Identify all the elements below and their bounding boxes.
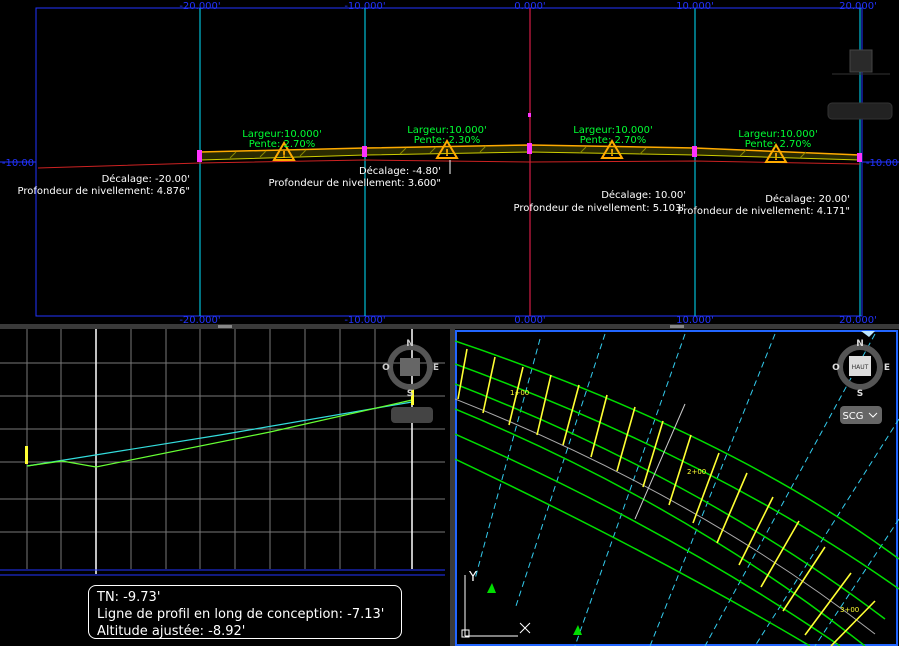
tooltip-line-adjusted: Altitude ajustée: -8.92'	[97, 624, 246, 639]
elev-label-right: -10.00	[866, 158, 898, 169]
ucs-y-label: Y	[468, 570, 477, 585]
axis-label-top: 20.000'	[839, 1, 877, 12]
station-tick	[616, 406, 636, 472]
station-tick	[716, 472, 748, 544]
elevation-tooltip: TN: -9.73' Ligne de profil en long de co…	[88, 585, 402, 639]
axis-label-top: 10.000'	[676, 1, 714, 12]
corridor-edge	[455, 458, 811, 646]
axis-label-bottom: 10.000'	[676, 315, 714, 324]
station-tick	[782, 546, 826, 612]
offset-label: Décalage: -4.80'	[359, 165, 441, 177]
wcs-button[interactable]	[827, 102, 893, 120]
alignment-line	[455, 398, 876, 635]
wcs-label: SCG	[842, 411, 863, 422]
station-label: 1+00	[510, 389, 529, 397]
viewport-corner-icon[interactable]	[861, 331, 875, 337]
corridor-edge	[455, 363, 899, 590]
wcs-button[interactable]	[391, 407, 433, 423]
axis-label-bottom: -20.000'	[179, 315, 220, 324]
vertex-marker[interactable]	[692, 146, 697, 157]
vertex-marker[interactable]	[527, 143, 532, 154]
existing-ground-profile	[26, 401, 413, 467]
compass-s: S	[857, 389, 863, 399]
axis-label-bottom: -10.000'	[344, 315, 385, 324]
offset-label: Décalage: 20.00'	[765, 193, 850, 205]
axis-label-bottom: 0.000'	[514, 315, 545, 324]
vertex-marker[interactable]	[528, 113, 531, 117]
viewcube-face-label: HAUT	[852, 364, 869, 371]
offset-label: Décalage: -20.00'	[102, 173, 190, 185]
corridor-edge	[455, 433, 841, 646]
lane-slope-label: Pente: 2.70%	[580, 135, 647, 146]
warning-glyph: !	[774, 152, 779, 163]
flow-arrow-icon	[487, 583, 496, 593]
elev-label-left: -10.00	[2, 158, 34, 169]
offset-label: Décalage: 10.00'	[601, 189, 686, 201]
section-drawing: -20.000' -10.000' 0.000' 10.000' 20.000'…	[0, 1, 899, 324]
existing-ground	[37, 159, 861, 169]
splitter-grip[interactable]	[218, 325, 232, 328]
lane-slope-label: Pente: 2.70%	[745, 139, 812, 150]
tooltip-line-eg: TN: -9.73'	[97, 590, 161, 605]
depth-label: Profondeur de nivellement: 4.171"	[678, 206, 850, 217]
compass-w: O	[382, 363, 390, 373]
section-viewport[interactable]: -20.000' -10.000' 0.000' 10.000' 20.000'…	[0, 0, 899, 324]
active-viewport-border	[455, 330, 898, 646]
station-tick	[590, 394, 608, 458]
warning-glyph: !	[282, 150, 287, 161]
compass-n: N	[856, 339, 864, 349]
compass-n: N	[406, 339, 414, 349]
viewcube-icon[interactable]	[849, 49, 873, 73]
splitter-grip[interactable]	[670, 325, 684, 328]
warning-glyph: !	[610, 148, 615, 159]
compass-w: O	[832, 363, 840, 373]
station-tick	[536, 374, 552, 436]
vertex-marker[interactable]	[857, 153, 862, 162]
axis-label-top: 0.000'	[514, 1, 545, 12]
lane-slope-label: Pente: 2.70%	[249, 139, 316, 150]
station-tick	[457, 348, 468, 400]
pvi-marker[interactable]	[25, 446, 28, 464]
axis-label-bottom: 20.000'	[839, 315, 877, 324]
station-tick	[804, 572, 852, 636]
compass-icon[interactable]	[387, 344, 433, 390]
plan-viewport[interactable]: 1+00 2+00 3+00 Y N E O S HAUT SCG	[455, 329, 899, 646]
depth-label: Profondeur de nivellement: 5.103"	[514, 203, 686, 214]
station-tick	[692, 452, 720, 524]
plan-drawing: 1+00 2+00 3+00 Y N E O S HAUT SCG	[455, 330, 899, 646]
compass-s: S	[407, 389, 413, 399]
warning-glyph: !	[445, 148, 450, 159]
station-label: 3+00	[840, 606, 859, 614]
station-tick	[482, 356, 496, 414]
station-label: 2+00	[687, 468, 706, 476]
depth-label: Profondeur de nivellement: 4.876"	[18, 186, 190, 197]
sample-line	[649, 333, 776, 646]
tooltip-line-design: Ligne de profil en long de conception: -…	[97, 607, 385, 622]
compass-e: E	[884, 363, 890, 373]
axis-label-top: -20.000'	[179, 1, 220, 12]
depth-label: Profondeur de nivellement: 3.600"	[269, 178, 441, 189]
compass-e: E	[433, 363, 439, 373]
vertex-marker[interactable]	[197, 150, 202, 162]
sample-line	[754, 418, 899, 646]
axis-label-top: -10.000'	[344, 1, 385, 12]
vertex-marker[interactable]	[362, 146, 367, 157]
lane-slope-label: Pente: 2.30%	[414, 135, 481, 146]
sample-line	[814, 518, 899, 646]
